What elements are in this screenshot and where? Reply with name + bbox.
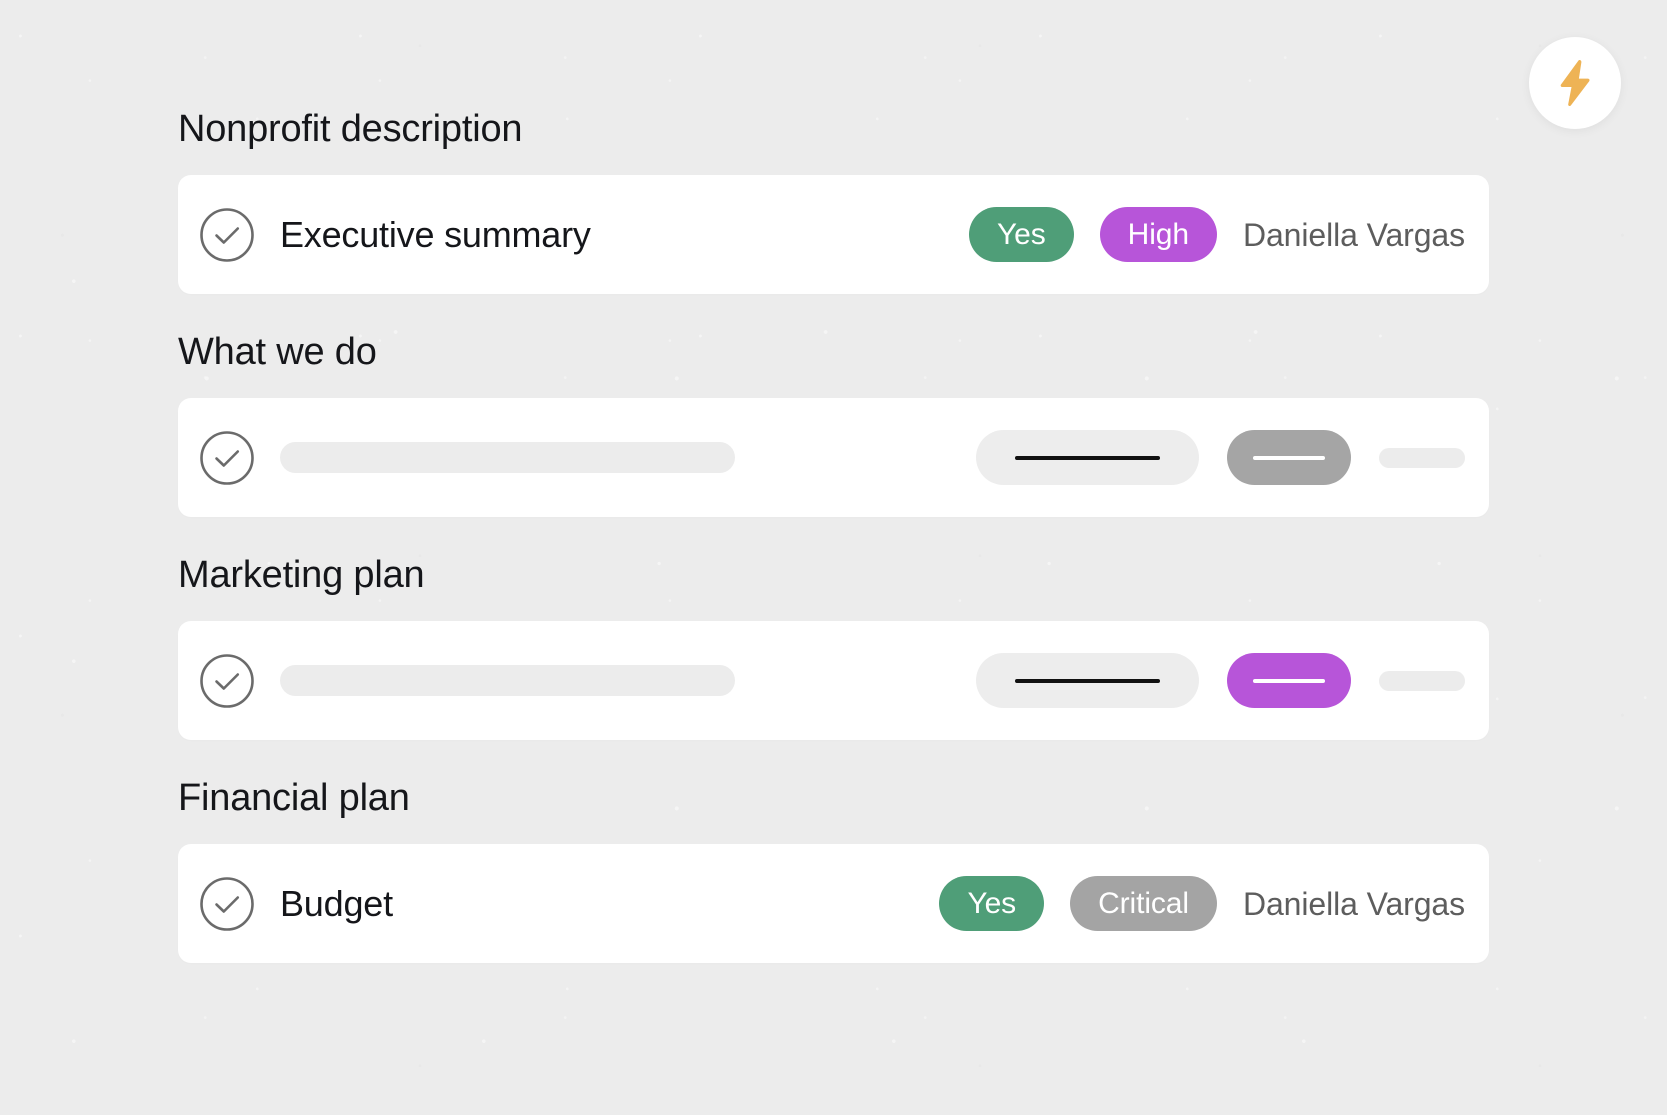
section-what-we-do: What we do [178,333,1489,517]
task-row-placeholder[interactable] [178,621,1489,740]
check-circle-icon[interactable] [199,207,255,263]
section-nonprofit-description: Nonprofit description Executive summary … [178,110,1489,294]
placeholder-line [1253,679,1325,683]
assignee-name[interactable]: Daniella Vargas [1243,219,1465,251]
task-title-placeholder [280,442,735,473]
task-meta-cluster-placeholder [976,430,1465,485]
status-badge-yes[interactable]: Yes [939,876,1044,931]
check-circle-icon[interactable] [199,653,255,709]
task-list-page: Nonprofit description Executive summary … [0,0,1667,1115]
task-row-placeholder[interactable] [178,398,1489,517]
assignee-placeholder [1379,448,1465,468]
assignee-placeholder [1379,671,1465,691]
lightning-bolt-icon [1552,58,1598,108]
placeholder-line [1015,456,1160,460]
section-heading: Financial plan [178,779,1489,817]
task-meta-cluster-placeholder [976,653,1465,708]
status-badge-placeholder[interactable] [976,653,1199,708]
priority-badge-placeholder[interactable] [1227,430,1351,485]
section-marketing-plan: Marketing plan [178,556,1489,740]
section-heading: Nonprofit description [178,110,1489,148]
task-row[interactable]: Executive summary Yes High Daniella Varg… [178,175,1489,294]
priority-badge-placeholder[interactable] [1227,653,1351,708]
task-meta-cluster: Yes High Daniella Vargas [969,207,1465,262]
placeholder-line [1015,679,1160,683]
section-financial-plan: Financial plan Budget Yes Critical Danie… [178,779,1489,963]
task-title-placeholder [280,665,735,696]
placeholder-line [1253,456,1325,460]
section-heading: What we do [178,333,1489,371]
check-circle-icon[interactable] [199,876,255,932]
quick-actions-fab[interactable] [1529,37,1621,129]
section-heading: Marketing plan [178,556,1489,594]
check-circle-icon[interactable] [199,430,255,486]
status-badge-placeholder[interactable] [976,430,1199,485]
task-meta-cluster: Yes Critical Daniella Vargas [939,876,1465,931]
task-title: Budget [280,886,393,922]
priority-badge[interactable]: Critical [1070,876,1217,931]
status-badge-yes[interactable]: Yes [969,207,1074,262]
task-title: Executive summary [280,217,591,253]
assignee-name[interactable]: Daniella Vargas [1243,888,1465,920]
priority-badge[interactable]: High [1100,207,1217,262]
task-row[interactable]: Budget Yes Critical Daniella Vargas [178,844,1489,963]
